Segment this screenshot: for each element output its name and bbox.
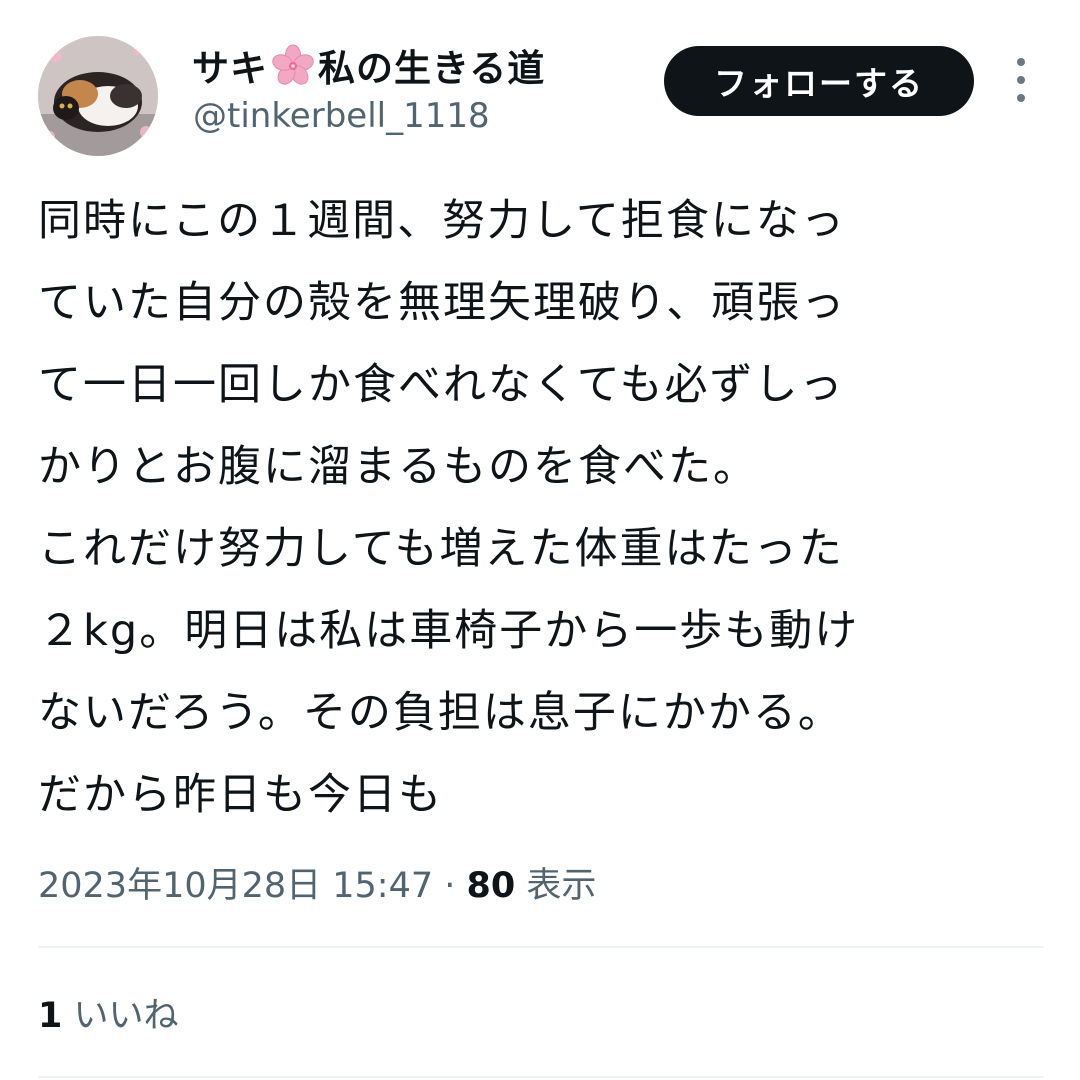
likes-label: いいね (62, 996, 179, 1036)
display-name-text-2: 私の生きる道 (318, 47, 546, 90)
tweet-text-line: ないだろう。その負担は息子にかかる。 (38, 688, 843, 738)
tweet-text-line: これだけ努力しても増えた体重はたった (38, 524, 844, 574)
avatar-cat-photo (38, 36, 158, 156)
tweet-text-line: だから昨日も今日も (38, 770, 443, 820)
tweet-text-line: ２kg。明日は私は車椅子から一歩も動け (38, 606, 860, 656)
more-vertical-icon[interactable] (1004, 58, 1038, 102)
user-handle[interactable]: @tinkerbell_1118 (193, 96, 490, 136)
likes-link[interactable]: 1 いいね (38, 990, 179, 1042)
more-dot (1017, 94, 1025, 102)
more-dot (1017, 58, 1025, 66)
follow-button[interactable]: フォローする (664, 46, 974, 116)
cherry-blossom-icon (270, 42, 316, 88)
views-label: 表示 (515, 866, 597, 906)
meta-separator: · (433, 866, 467, 906)
tweet-meta: 2023年10月28日 15:47 · 80 表示 (38, 858, 596, 914)
divider (38, 1076, 1044, 1078)
display-name-text: サキ (192, 47, 268, 90)
tweet-text: 同時にこの１週間、努力して拒食になっ ていた自分の殻を無理矢理破り、頑張っ て一… (38, 180, 1038, 836)
views-count: 80 (466, 866, 516, 906)
tweet-text-line: 同時にこの１週間、努力して拒食になっ (38, 196, 846, 246)
likes-count: 1 (38, 996, 63, 1036)
tweet-text-line: ていた自分の殻を無理矢理破り、頑張っ (38, 278, 847, 328)
display-name[interactable]: サキ 私の生きる道 (192, 36, 545, 94)
tweet-text-line: かりとお腹に溜まるものを食べた。 (38, 442, 758, 492)
avatar[interactable] (38, 36, 158, 156)
more-dot (1017, 76, 1025, 84)
tweet-text-line: て一日一回しか食べれなくても必ずしっ (38, 360, 845, 410)
timestamp[interactable]: 2023年10月28日 15:47 (38, 866, 433, 906)
divider (38, 946, 1044, 948)
